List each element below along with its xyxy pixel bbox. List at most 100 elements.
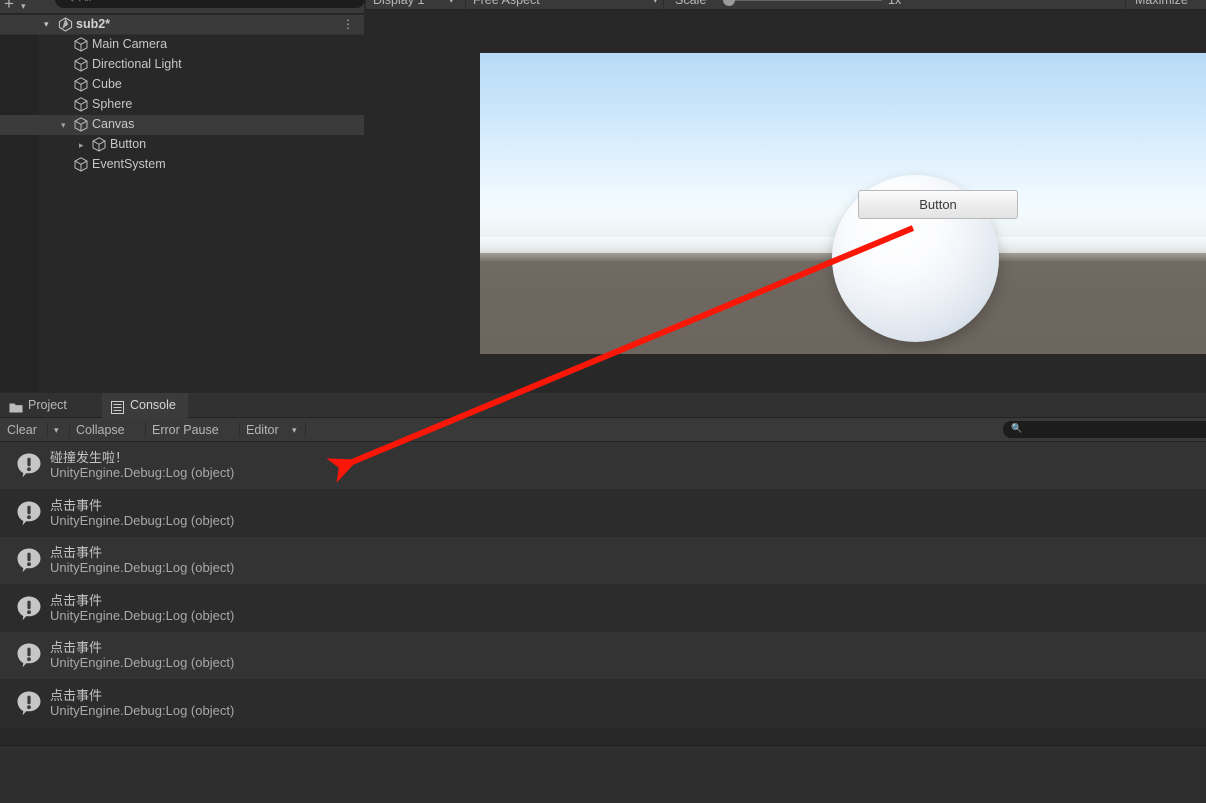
toolbar-separator [365,0,366,9]
console-log-stacktrace: UnityEngine.Debug:Log (object) [50,465,235,480]
aspect-dropdown[interactable]: Free Aspect [473,0,540,10]
game-object-cube-icon [74,77,88,97]
tab-console[interactable]: Console [102,393,188,418]
toolbar-separator [145,422,146,438]
dock-tab-bar: Project Console [0,393,1206,418]
error-pause-toggle[interactable]: Error Pause [152,418,219,442]
hierarchy-item-button[interactable]: ▸ Button [0,135,364,155]
scale-value-label: 1x [888,0,902,7]
unity-scene-icon [58,17,73,37]
hierarchy-item-label: Directional Light [92,57,182,71]
hierarchy-tree: Main Camera Directional Light Cube Sphere ▾ C… [0,35,364,392]
console-log-row[interactable]: 点击事件 UnityEngine.Debug:Log (object) [0,489,1206,538]
console-log-row[interactable]: 点击事件 UnityEngine.Debug:Log (object) [0,584,1206,633]
toolbar-separator [239,422,240,438]
console-log-message: 碰撞发生啦！ [50,450,129,465]
console-log-row[interactable]: 点击事件 UnityEngine.Debug:Log (object) [0,632,1206,680]
create-object-button[interactable]: + ▾ [4,0,34,14]
console-log-message: 点击事件 [50,688,103,703]
console-log-stacktrace: UnityEngine.Debug:Log (object) [50,703,235,718]
hierarchy-item-sphere[interactable]: Sphere [0,95,364,115]
hierarchy-item-canvas[interactable]: ▾ Canvas [0,115,364,135]
toolbar-separator [465,0,466,9]
log-info-icon [16,452,42,478]
game-object-cube-icon [74,57,88,77]
hierarchy-panel: + ▾ 🔍 ▾ All ▾ sub2* ⋮ Main Camera Directi… [0,0,365,392]
scale-slider-handle[interactable] [723,0,735,6]
console-log-list: 碰撞发生啦！ UnityEngine.Debug:Log (object) 点击事件… [0,442,1206,738]
scene-overflow-menu-icon[interactable]: ⋮ [342,18,354,30]
editor-chevron-down-icon[interactable]: ▾ [292,418,297,442]
maximize-on-play-toggle[interactable]: Maximize [1135,0,1188,10]
tab-project-label: Project [28,398,67,412]
log-info-icon [16,595,42,621]
game-object-cube-icon [74,157,88,177]
editor-dropdown[interactable]: Editor [246,418,279,442]
display-dropdown[interactable]: Display 1 [373,0,424,10]
clear-options-chevron-down-icon[interactable]: ▾ [54,418,59,442]
game-view-panel: Display 1 ▾ Free Aspect ▾ Scale 1x Maxim… [365,0,1206,392]
console-log-stacktrace: UnityEngine.Debug:Log (object) [50,512,235,528]
toolbar-separator [47,422,48,438]
hierarchy-item-directional-light[interactable]: Directional Light [0,55,364,75]
scene-root-row[interactable]: ▾ sub2* ⋮ [0,15,364,35]
game-object-cube-icon [74,117,88,137]
clear-button[interactable]: Clear [7,418,37,442]
toolbar-separator [1125,0,1126,9]
console-log-stacktrace: UnityEngine.Debug:Log (object) [50,607,235,623]
toolbar-separator [69,422,70,438]
console-log-stacktrace: UnityEngine.Debug:Log (object) [50,655,235,671]
hierarchy-item-label: EventSystem [92,157,166,171]
log-info-icon [16,547,42,573]
search-icon: 🔍 [1011,423,1023,433]
hierarchy-search-placeholder: All [79,0,91,4]
console-log-row[interactable]: 碰撞发生啦！ UnityEngine.Debug:Log (object) [0,442,1206,490]
game-view-toolbar: Display 1 ▾ Free Aspect ▾ Scale 1x Maxim… [365,0,1206,10]
console-log-stacktrace: UnityEngine.Debug:Log (object) [50,560,235,576]
hierarchy-toolbar: + ▾ 🔍 ▾ All [0,0,365,14]
tab-console-label: Console [130,398,176,412]
scale-slider-track[interactable] [725,0,882,1]
chevron-down-icon: ▾ [21,1,26,11]
hierarchy-item-expand-chevron-icon[interactable]: ▾ [61,120,66,131]
game-object-cube-icon [74,97,88,117]
bottom-dock: Project Console Clear ▾ Collapse Error P… [0,393,1206,803]
tab-project[interactable]: Project [0,393,79,418]
scene-name-label: sub2* [76,17,111,31]
game-view-render-area[interactable]: Button [480,53,1206,354]
console-log-row[interactable]: 点击事件 UnityEngine.Debug:Log (object) [0,680,1206,728]
log-info-icon [16,642,42,668]
hierarchy-item-label: Canvas [92,117,135,131]
hierarchy-item-expand-chevron-icon[interactable]: ▸ [79,140,84,151]
console-toolbar: Clear ▾ Collapse Error Pause Editor ▾ 🔍 [0,418,1206,442]
console-log-row[interactable]: 点击事件 UnityEngine.Debug:Log (object) [0,537,1206,585]
hierarchy-item-label: Cube [92,77,122,91]
scene-expand-chevron-icon[interactable]: ▾ [44,19,55,30]
toolbar-separator [305,422,306,438]
console-log-message: 点击事件 [50,592,103,608]
hierarchy-item-main-camera[interactable]: Main Camera [0,35,364,55]
hierarchy-item-label: Button [110,137,147,151]
game-object-cube-icon [74,37,88,57]
scale-label: Scale [675,0,707,7]
toolbar-separator [663,0,664,9]
console-search-input[interactable]: 🔍 [1003,421,1206,438]
hierarchy-item-label: Main Camera [92,37,168,51]
hierarchy-search-input[interactable]: 🔍 ▾ All [55,0,365,8]
display-chevron-down-icon[interactable]: ▾ [449,0,454,10]
console-log-message: 点击事件 [50,545,103,561]
hierarchy-item-cube[interactable]: Cube [0,75,364,95]
collapse-toggle[interactable]: Collapse [76,418,125,442]
ui-button[interactable]: Button [858,190,1018,219]
plus-icon: + [4,0,14,13]
game-object-cube-icon [92,137,106,157]
unity-editor-window: + ▾ 🔍 ▾ All ▾ sub2* ⋮ Main Camera Directi… [0,0,1206,803]
console-detail-pane [0,746,1206,803]
log-info-icon [16,500,42,526]
console-log-message: 点击事件 [50,640,103,656]
search-filter-chevron-icon: ▾ [72,0,76,2]
log-info-icon [16,690,42,716]
hierarchy-item-label: Sphere [92,97,133,111]
hierarchy-item-eventsystem[interactable]: EventSystem [0,155,364,175]
aspect-chevron-down-icon[interactable]: ▾ [653,0,658,10]
